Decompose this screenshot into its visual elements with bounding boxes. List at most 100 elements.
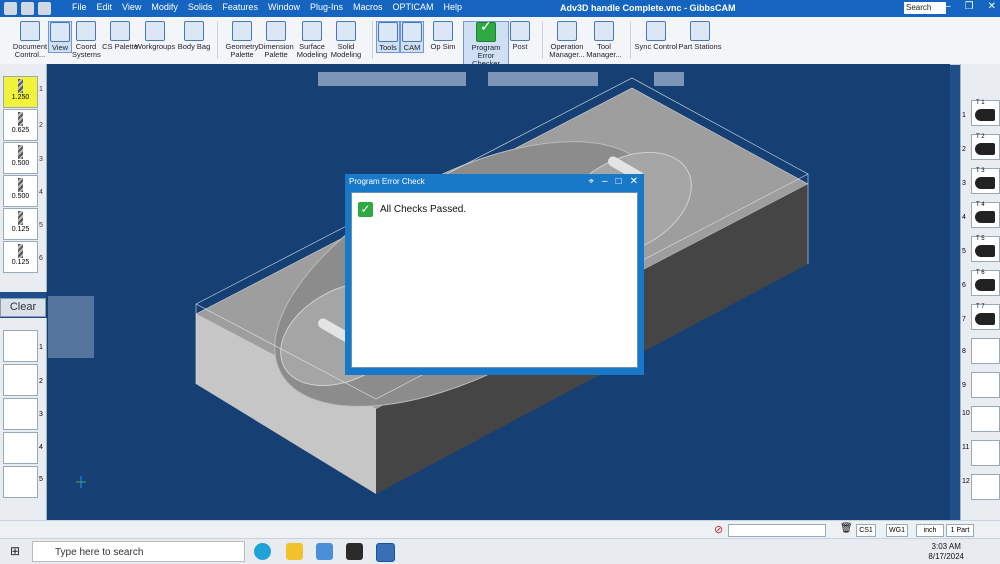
menu-plug-ins[interactable]: Plug-Ins bbox=[310, 2, 343, 12]
tool-6-tile[interactable]: 0.125 bbox=[3, 241, 38, 273]
operation-tile[interactable] bbox=[3, 330, 38, 362]
tool-slot-number: 6 bbox=[962, 282, 966, 289]
solid-modeling-button[interactable]: Solid Modeling bbox=[324, 21, 368, 59]
menu-solids[interactable]: Solids bbox=[188, 2, 213, 12]
sync-control-button[interactable]: Sync Control bbox=[634, 21, 678, 51]
operation-tile[interactable] bbox=[3, 398, 38, 430]
tool-3-tile[interactable]: 0.500 bbox=[3, 142, 38, 174]
tool-slot[interactable] bbox=[971, 474, 1000, 500]
menu-edit[interactable]: Edit bbox=[97, 2, 113, 12]
menu-window[interactable]: Window bbox=[268, 2, 300, 12]
tool-slot[interactable] bbox=[971, 338, 1000, 364]
close-icon[interactable]: ✕ bbox=[988, 1, 996, 12]
search-input[interactable]: Search bbox=[904, 2, 946, 14]
operation-tile[interactable] bbox=[3, 432, 38, 464]
operation-tile[interactable] bbox=[3, 364, 38, 396]
tool-4-tile[interactable]: 0.500 bbox=[3, 175, 38, 207]
taskbar-search-input[interactable]: Type here to search bbox=[32, 541, 245, 562]
file-explorer-icon[interactable] bbox=[286, 543, 303, 560]
end-mill-icon bbox=[18, 244, 23, 258]
workgroups-icon bbox=[145, 21, 165, 41]
program-error-checker-button[interactable]: Program Error Checker bbox=[463, 21, 509, 69]
tool-slot-number: 12 bbox=[962, 478, 970, 485]
stop-icon[interactable]: ⊘ bbox=[714, 523, 723, 536]
tool-2-tile[interactable]: 0.625 bbox=[3, 109, 38, 141]
menu-help[interactable]: Help bbox=[444, 2, 463, 12]
insert-tool-icon bbox=[975, 177, 995, 189]
view-icon bbox=[50, 22, 70, 42]
operation-number: 4 bbox=[39, 444, 43, 451]
cs-indicator[interactable]: CS1 bbox=[856, 524, 876, 537]
menu-view[interactable]: View bbox=[122, 2, 141, 12]
tool-slot[interactable] bbox=[971, 406, 1000, 432]
op-sim-button[interactable]: Op Sim bbox=[426, 21, 460, 51]
tool-slot[interactable]: T 2 bbox=[971, 134, 1000, 160]
maximize-icon[interactable]: □ bbox=[616, 176, 622, 187]
view-toolbar[interactable] bbox=[318, 72, 466, 86]
tools-button[interactable]: Tools bbox=[376, 21, 400, 53]
tool-slot-number: 8 bbox=[962, 348, 966, 355]
wg-indicator[interactable]: WG1 bbox=[886, 524, 908, 537]
tool-slot[interactable]: T 6 bbox=[971, 270, 1000, 296]
tool-1-tile[interactable]: 1.250 bbox=[3, 76, 38, 108]
program-error-check-dialog: Program Error Check ⌖ – □ ✕ ✓ All Checks… bbox=[345, 174, 644, 375]
system-clock[interactable]: 3:03 AM 8/17/2024 bbox=[928, 542, 964, 562]
undo-icon[interactable] bbox=[21, 2, 34, 15]
tool-5-tile[interactable]: 0.125 bbox=[3, 208, 38, 240]
operation-tile[interactable] bbox=[3, 466, 38, 498]
cs-palette-icon bbox=[110, 21, 130, 41]
coord-systems-button[interactable]: Coord Systems bbox=[72, 21, 101, 59]
title-bar: File Edit View Modify Solids Features Wi… bbox=[0, 0, 1000, 17]
render-toolbar[interactable] bbox=[488, 72, 598, 86]
mail-icon[interactable] bbox=[346, 543, 363, 560]
ribbon-separator bbox=[372, 21, 373, 59]
menu-features[interactable]: Features bbox=[222, 2, 258, 12]
close-icon[interactable]: ✕ bbox=[630, 176, 638, 187]
save-icon[interactable] bbox=[4, 2, 17, 15]
tools-icon bbox=[378, 22, 398, 42]
insert-tool-icon bbox=[975, 313, 995, 325]
edge-icon[interactable] bbox=[254, 543, 271, 560]
windows-start-icon[interactable]: ⊞ bbox=[10, 544, 20, 558]
document-icon bbox=[20, 21, 40, 41]
tool-manager-icon bbox=[594, 21, 614, 41]
store-icon[interactable] bbox=[316, 543, 333, 560]
operation-list-panel: 1 2 3 4 5 bbox=[0, 318, 47, 520]
insert-tool-icon bbox=[975, 109, 995, 121]
trash-icon[interactable]: 🗑 bbox=[840, 523, 853, 534]
tool-slot[interactable] bbox=[971, 440, 1000, 466]
menu-file[interactable]: File bbox=[72, 2, 87, 12]
part-stations-button[interactable]: Part Stations bbox=[678, 21, 722, 51]
post-button[interactable]: Post bbox=[505, 21, 535, 51]
view-button[interactable]: View bbox=[48, 21, 72, 53]
tool-manager-button[interactable]: Tool Manager... bbox=[582, 21, 626, 59]
coord-systems-icon bbox=[76, 21, 96, 41]
minimize-icon[interactable]: – bbox=[945, 1, 951, 12]
units-indicator: inch bbox=[916, 524, 944, 537]
menu-macros[interactable]: Macros bbox=[353, 2, 383, 12]
tool-slot[interactable]: T 3 bbox=[971, 168, 1000, 194]
maximize-icon[interactable]: ❐ bbox=[965, 1, 974, 12]
tool-slot[interactable]: T 7 bbox=[971, 304, 1000, 330]
clear-button[interactable]: Clear bbox=[0, 298, 46, 317]
pin-icon[interactable]: ⌖ bbox=[588, 176, 594, 187]
floating-process-panel[interactable] bbox=[48, 296, 94, 358]
gibbscam-taskbar-icon[interactable] bbox=[376, 543, 395, 562]
sim-progress-slider[interactable] bbox=[728, 524, 826, 537]
geometry-palette-icon bbox=[232, 21, 252, 41]
tool-slot[interactable]: T 4 bbox=[971, 202, 1000, 228]
menu-opticam[interactable]: OPTICAM bbox=[393, 2, 434, 12]
help-toolbar[interactable] bbox=[654, 72, 684, 86]
tool-slot[interactable]: T 5 bbox=[971, 236, 1000, 262]
workgroups-button[interactable]: Workgroups bbox=[133, 21, 177, 51]
result-message: All Checks Passed. bbox=[380, 204, 467, 215]
tool-slot[interactable]: T 1 bbox=[971, 100, 1000, 126]
body-bag-button[interactable]: Body Bag bbox=[172, 21, 216, 51]
tool-slot[interactable] bbox=[971, 372, 1000, 398]
tool-number: 3 bbox=[39, 156, 43, 163]
redo-icon[interactable] bbox=[38, 2, 51, 15]
document-control-button[interactable]: Document Control... bbox=[8, 21, 52, 59]
cam-button[interactable]: CAM bbox=[400, 21, 424, 53]
minimize-icon[interactable]: – bbox=[602, 176, 608, 187]
menu-modify[interactable]: Modify bbox=[151, 2, 178, 12]
